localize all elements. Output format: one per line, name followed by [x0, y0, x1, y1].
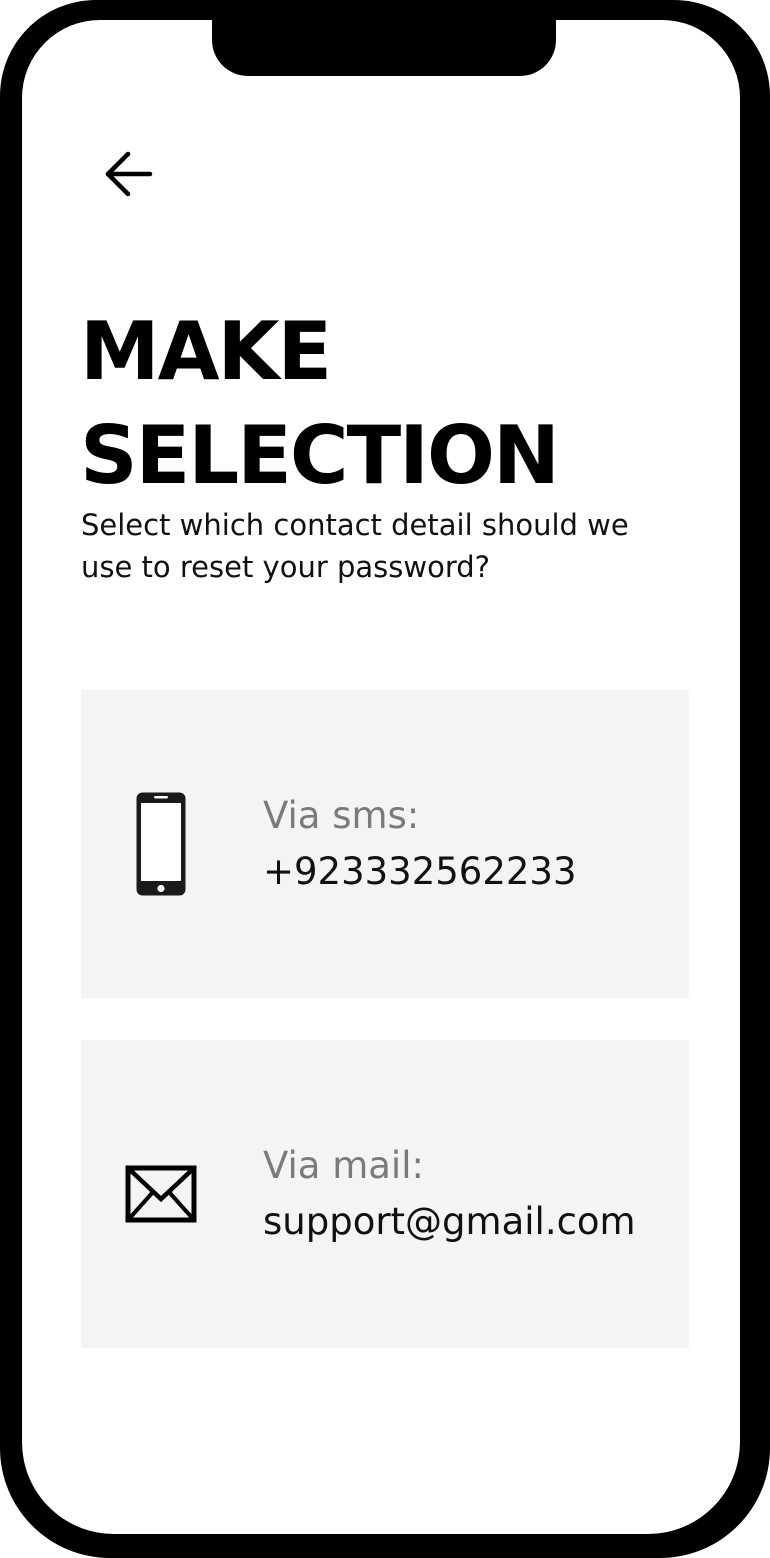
mail-option-text: Via mail: support@gmail.com [263, 1138, 636, 1250]
page-subtitle: Select which contact detail should we us… [81, 504, 701, 588]
page-title: MAKE SELECTION [80, 300, 560, 508]
sms-option-card[interactable]: Via sms: +923332562233 [81, 690, 689, 998]
page-title-line-1: MAKE [80, 305, 332, 398]
screen: MAKE SELECTION Select which contact deta… [22, 20, 740, 1534]
page-subtitle-line-2: use to reset your password? [81, 550, 491, 584]
notch [212, 20, 556, 76]
sms-option-label: Via sms: [263, 794, 420, 837]
sms-option-value: +923332562233 [263, 850, 577, 893]
mail-option-value: support@gmail.com [263, 1200, 636, 1243]
mail-option-card[interactable]: Via mail: support@gmail.com [81, 1040, 689, 1348]
envelope-icon [125, 1164, 197, 1224]
back-button[interactable] [98, 144, 158, 204]
smartphone-icon [133, 790, 189, 898]
page-subtitle-line-1: Select which contact detail should we [81, 508, 629, 542]
sms-option-text: Via sms: +923332562233 [263, 788, 577, 900]
arrow-left-icon [105, 151, 153, 197]
mail-option-label: Via mail: [263, 1144, 424, 1187]
page-title-line-2: SELECTION [80, 409, 560, 502]
phone-frame: MAKE SELECTION Select which contact deta… [0, 0, 770, 1558]
